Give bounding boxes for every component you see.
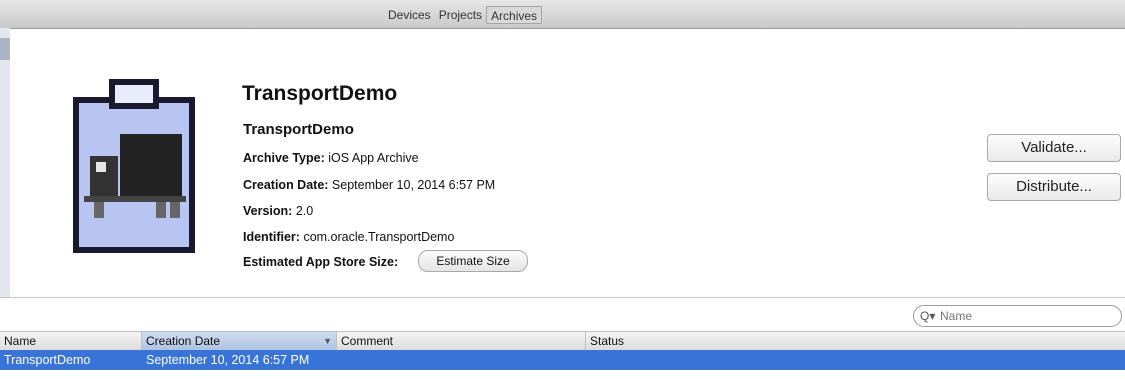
creation-date-label: Creation Date: (243, 178, 329, 192)
column-status[interactable]: Status (586, 332, 1124, 350)
tab-devices[interactable]: Devices (384, 6, 435, 24)
archive-type-label: Archive Type: (243, 151, 325, 165)
archive-title: TransportDemo (242, 82, 398, 105)
column-creation-date-label: Creation Date (146, 334, 221, 348)
truck-wheel-rear-2 (170, 202, 180, 218)
row-creation-date: September 10, 2014 6:57 PM (146, 353, 310, 367)
table-row[interactable]: TransportDemo September 10, 2014 6:57 PM (0, 350, 1125, 370)
identifier-row: Identifier: com.oracle.TransportDemo (243, 230, 454, 244)
search-placeholder: Name (940, 309, 973, 323)
truck-wheel-rear-1 (156, 202, 166, 218)
sort-arrow-icon: ▼ (323, 336, 332, 346)
archive-type-value: iOS App Archive (328, 151, 419, 165)
validate-button[interactable]: Validate... (987, 134, 1121, 162)
magnifier-icon: Q▾ (920, 309, 936, 323)
section-divider (0, 297, 1125, 298)
column-name[interactable]: Name (0, 332, 142, 350)
tab-projects[interactable]: Projects (435, 6, 486, 24)
truck-chassis (84, 196, 186, 202)
column-comment[interactable]: Comment (337, 332, 586, 350)
identifier-value: com.oracle.TransportDemo (303, 230, 455, 244)
column-creation-date[interactable]: Creation Date ▼ (142, 332, 337, 350)
left-scrollbar[interactable] (0, 28, 10, 298)
estimate-size-button[interactable]: Estimate Size (418, 250, 528, 272)
version-label: Version: (243, 204, 293, 218)
creation-date-row: Creation Date: September 10, 2014 6:57 P… (243, 178, 495, 192)
version-value: 2.0 (295, 204, 314, 218)
size-label: Estimated App Store Size: (243, 255, 399, 269)
top-toolbar: Devices Projects Archives (0, 0, 1125, 29)
truck-cargo (120, 134, 182, 196)
scroll-knob[interactable] (0, 38, 10, 60)
row-name: TransportDemo (4, 353, 91, 367)
clipboard-clip (109, 79, 159, 109)
app-icon (73, 79, 195, 253)
tab-archives[interactable]: Archives (486, 6, 543, 24)
truck-window (96, 162, 106, 172)
truck-wheel-front (94, 202, 104, 218)
identifier-label: Identifier: (243, 230, 300, 244)
size-row: Estimated App Store Size: (243, 255, 398, 269)
archive-name: TransportDemo (243, 121, 354, 138)
view-segmented-control: Devices Projects Archives (384, 6, 543, 24)
table-header: Name Creation Date ▼ Comment Status (0, 331, 1125, 351)
distribute-button[interactable]: Distribute... (987, 173, 1121, 201)
creation-date-value: September 10, 2014 6:57 PM (331, 178, 496, 192)
version-row: Version: 2.0 (243, 204, 313, 218)
search-field[interactable]: Q▾ Name (913, 305, 1122, 327)
archive-type-row: Archive Type: iOS App Archive (243, 151, 419, 165)
